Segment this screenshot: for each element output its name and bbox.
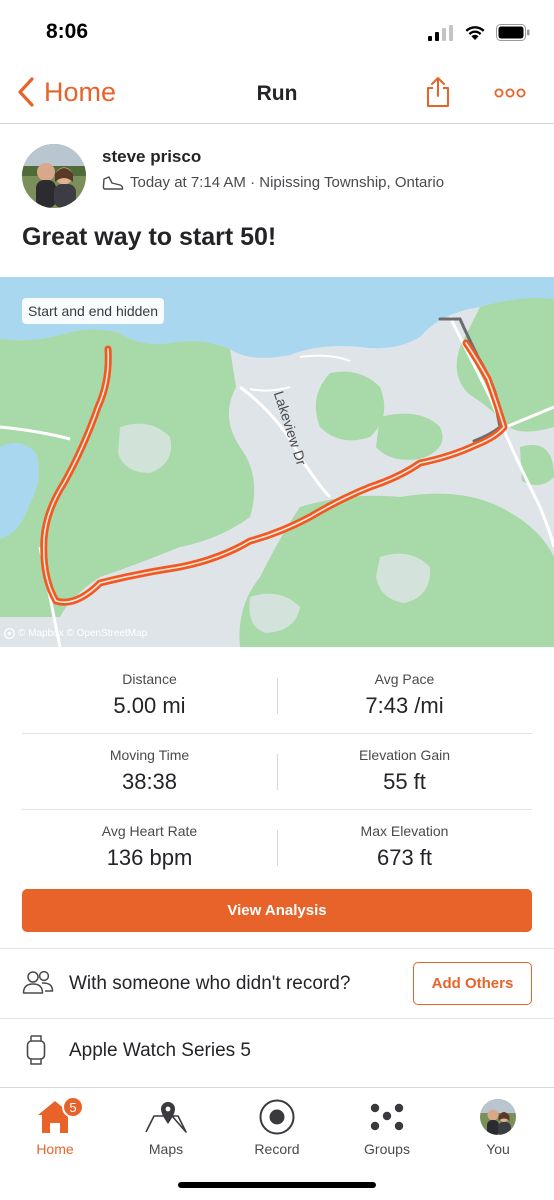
device-name: Apple Watch Series 5: [69, 1040, 251, 1061]
map-canvas: [0, 277, 554, 647]
stat-elevation-gain: Elevation Gain 55 ft: [277, 734, 532, 795]
tab-you[interactable]: You: [443, 1096, 553, 1157]
back-button-label: Home: [44, 76, 117, 107]
activity-meta-text: Today at 7:14 AM · Nipissing Township, O…: [130, 174, 445, 191]
stat-row: Moving Time 38:38 Elevation Gain 55 ft: [22, 734, 532, 810]
stats-grid: Distance 5.00 mi Avg Pace 7:43 /mi Movin…: [22, 658, 532, 886]
add-others-row: With someone who didn't record? Add Othe…: [0, 949, 554, 1019]
stat-value: 136 bpm: [106, 845, 193, 870]
wifi-icon: [465, 25, 485, 40]
record-icon: [259, 1099, 295, 1135]
tab-record-icon-wrap: [222, 1096, 332, 1138]
cellular-signal-icon: [428, 24, 453, 41]
view-analysis-button[interactable]: View Analysis: [22, 889, 532, 932]
tab-you-icon-wrap: [443, 1096, 553, 1138]
tab-label: Maps: [148, 1141, 184, 1157]
home-indicator: [178, 1182, 376, 1188]
stat-avg-pace: Avg Pace 7:43 /mi: [277, 658, 532, 719]
stat-label: Avg Pace: [374, 671, 435, 687]
more-horizontal-icon: [494, 88, 526, 98]
tab-maps[interactable]: Maps: [111, 1096, 221, 1157]
shoe-icon: [102, 175, 124, 190]
watch-icon: [26, 1035, 46, 1065]
stat-row: Avg Heart Rate 136 bpm Max Elevation 673…: [22, 810, 532, 886]
activity-title: Great way to start 50!: [22, 223, 277, 251]
others-prompt: With someone who didn't record?: [69, 973, 351, 994]
people-icon: [22, 970, 54, 994]
stat-label: Elevation Gain: [358, 747, 451, 763]
chevron-left-icon: [18, 77, 34, 107]
tab-maps-icon-wrap: [111, 1096, 221, 1138]
share-icon: [427, 77, 449, 107]
map-icon: [145, 1102, 187, 1133]
tab-home[interactable]: 5 Home: [0, 1096, 110, 1157]
stat-row: Distance 5.00 mi Avg Pace 7:43 /mi: [22, 658, 532, 734]
share-button[interactable]: [424, 76, 452, 113]
stat-avg-heart-rate: Avg Heart Rate 136 bpm: [22, 810, 277, 871]
avatar-photo: [22, 144, 86, 208]
activity-map[interactable]: Lakeview Dr: [0, 277, 554, 647]
battery-icon: [496, 24, 530, 41]
activity-meta: Today at 7:14 AM · Nipissing Township, O…: [102, 174, 444, 191]
stat-label: Moving Time: [109, 747, 190, 763]
privacy-zone-label: Start and end hidden: [22, 298, 164, 324]
tab-groups-icon-wrap: [332, 1096, 442, 1138]
stat-distance: Distance 5.00 mi: [22, 658, 277, 719]
athlete-name[interactable]: steve prisco: [102, 147, 201, 167]
tab-label: Groups: [364, 1141, 410, 1157]
tab-groups[interactable]: Groups: [332, 1096, 442, 1157]
stat-label: Max Elevation: [360, 823, 449, 839]
tab-label: Record: [254, 1141, 300, 1157]
stat-value: 38:38: [121, 769, 178, 794]
stat-label: Avg Heart Rate: [101, 823, 198, 839]
status-icons: [428, 24, 530, 41]
tab-label: You: [486, 1141, 510, 1157]
stat-value: 5.00 mi: [113, 693, 186, 718]
status-bar: 8:06: [0, 0, 554, 66]
stat-value: 7:43 /mi: [365, 693, 444, 718]
more-options-button[interactable]: [494, 86, 526, 104]
device-row: Apple Watch Series 5: [0, 1019, 554, 1083]
notification-badge: 5: [62, 1096, 84, 1118]
tab-label: Home: [36, 1141, 74, 1157]
map-attribution[interactable]: © Mapbox © OpenStreetMap: [4, 628, 147, 639]
tab-home-icon-wrap: 5: [0, 1096, 110, 1138]
add-others-button[interactable]: Add Others: [413, 962, 532, 1005]
athlete-avatar[interactable]: [22, 144, 86, 208]
avatar: [480, 1099, 516, 1135]
status-time: 8:06: [46, 20, 89, 43]
mapbox-logo-icon: [4, 628, 15, 639]
groups-icon: [370, 1103, 404, 1131]
nav-bar: Home Run: [0, 66, 554, 124]
stat-label: Distance: [122, 671, 177, 687]
stat-value: 55 ft: [383, 769, 426, 794]
stat-moving-time: Moving Time 38:38: [22, 734, 277, 795]
map-attribution-text: © Mapbox © OpenStreetMap: [18, 628, 148, 639]
stat-value: 673 ft: [376, 845, 433, 870]
stat-max-elevation: Max Elevation 673 ft: [277, 810, 532, 871]
back-button[interactable]: Home: [16, 76, 116, 108]
tab-record[interactable]: Record: [222, 1096, 332, 1157]
